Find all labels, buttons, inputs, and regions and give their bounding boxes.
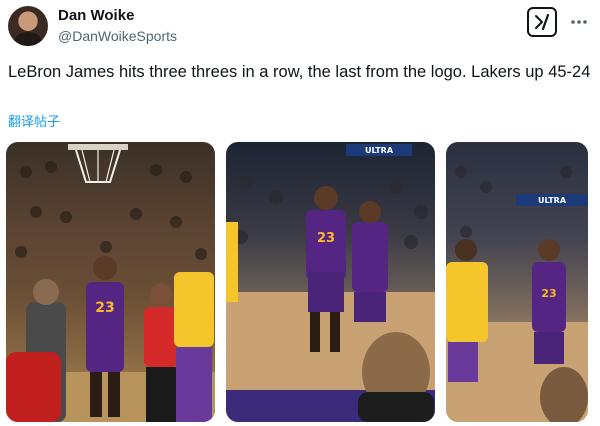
jersey-number: 23	[95, 300, 114, 316]
media-grid: 23 ULTRA 23 ULTRA 23	[6, 142, 588, 422]
jersey-number: 23	[541, 287, 556, 300]
author-handle[interactable]: @DanWoikeSports	[58, 27, 177, 45]
photo-lebron-courtside[interactable]: 23	[6, 142, 215, 422]
post-text: LeBron James hits three threes in a row,…	[8, 63, 591, 81]
scoreboard-text: ULTRA	[365, 146, 394, 155]
avatar[interactable]	[8, 6, 48, 46]
author-display-name[interactable]: Dan Woike	[58, 7, 177, 25]
more-options-icon[interactable]	[569, 12, 589, 32]
photo-lebron-celebration[interactable]: ULTRA 23	[226, 142, 435, 422]
post-header: Dan Woike @DanWoikeSports	[8, 6, 592, 50]
grok-button[interactable]	[527, 7, 557, 37]
author-info: Dan Woike @DanWoikeSports	[58, 7, 177, 45]
scoreboard-text: ULTRA	[538, 196, 567, 205]
translate-post-link[interactable]: 翻译帖子	[8, 111, 60, 130]
photo-lebron-high-five[interactable]: ULTRA 23	[446, 142, 588, 422]
grok-icon	[535, 13, 550, 31]
jersey-number: 23	[317, 231, 335, 246]
